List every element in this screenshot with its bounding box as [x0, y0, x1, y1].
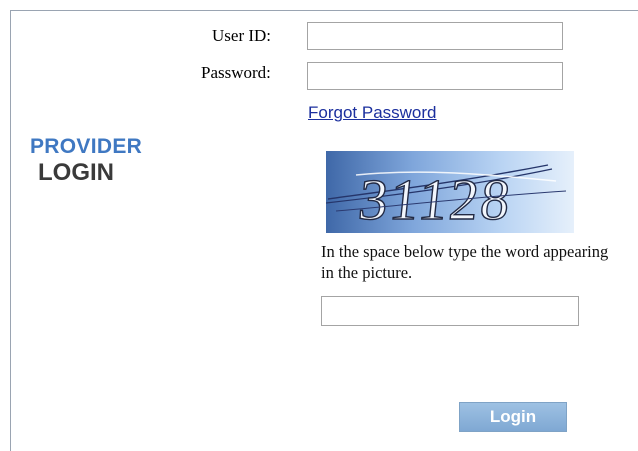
captcha-text: 31128 — [355, 167, 515, 232]
password-input[interactable] — [307, 62, 563, 90]
captcha-image: 31128 — [326, 151, 574, 233]
captcha-input[interactable] — [321, 296, 579, 326]
login-button[interactable]: Login — [459, 402, 567, 432]
captcha-instruction: In the space below type the word appeari… — [321, 242, 609, 282]
brand-login: LOGIN — [38, 159, 114, 186]
userid-label: User ID: — [212, 26, 272, 45]
forgot-password-link[interactable]: Forgot Password — [308, 104, 437, 121]
password-label: Password: — [201, 63, 271, 82]
userid-input[interactable] — [307, 22, 563, 50]
brand-provider: PROVIDER — [30, 135, 143, 158]
